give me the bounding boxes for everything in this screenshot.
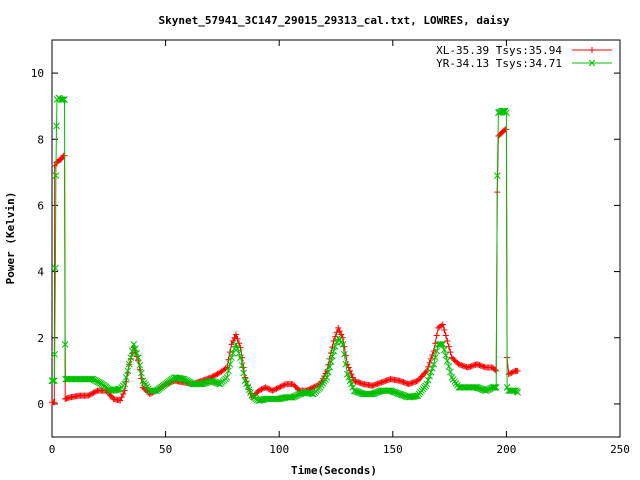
legend-marker <box>589 47 595 53</box>
series-line <box>52 97 519 402</box>
plot-frame <box>51 39 621 438</box>
y-tick-label: 8 <box>37 133 44 146</box>
x-tick-label: 50 <box>159 443 172 456</box>
power-time-chart: Skynet_57941_3C147_29015_29313_cal.txt, … <box>4 14 630 477</box>
y-axis: 0 2 4 6 8 10 <box>31 67 620 411</box>
x-tick-label: 100 <box>269 443 289 456</box>
legend-label: XL-35.39 Tsys:35.94 <box>436 44 562 57</box>
x-tick-label: 0 <box>49 443 56 456</box>
legend: XL-35.39 Tsys:35.94YR-34.13 Tsys:34.71 <box>436 44 612 70</box>
x-tick-label: 150 <box>383 443 403 456</box>
x-tick-label: 250 <box>610 443 630 456</box>
y-tick-label: 6 <box>37 199 44 212</box>
chart-title: Skynet_57941_3C147_29015_29313_cal.txt, … <box>159 14 510 27</box>
y-tick-label: 10 <box>31 67 44 80</box>
y-tick-label: 4 <box>37 266 44 279</box>
x-tick-label: 200 <box>496 443 516 456</box>
series-layer <box>48 94 522 406</box>
y-tick-label: 2 <box>37 332 44 345</box>
y-axis-label: Power (Kelvin) <box>4 192 17 285</box>
x-axis-label: Time(Seconds) <box>291 464 377 477</box>
x-axis: 0 50 100 150 200 250 <box>49 40 630 456</box>
legend-label: YR-34.13 Tsys:34.71 <box>436 57 562 70</box>
y-tick-label: 0 <box>37 398 44 411</box>
